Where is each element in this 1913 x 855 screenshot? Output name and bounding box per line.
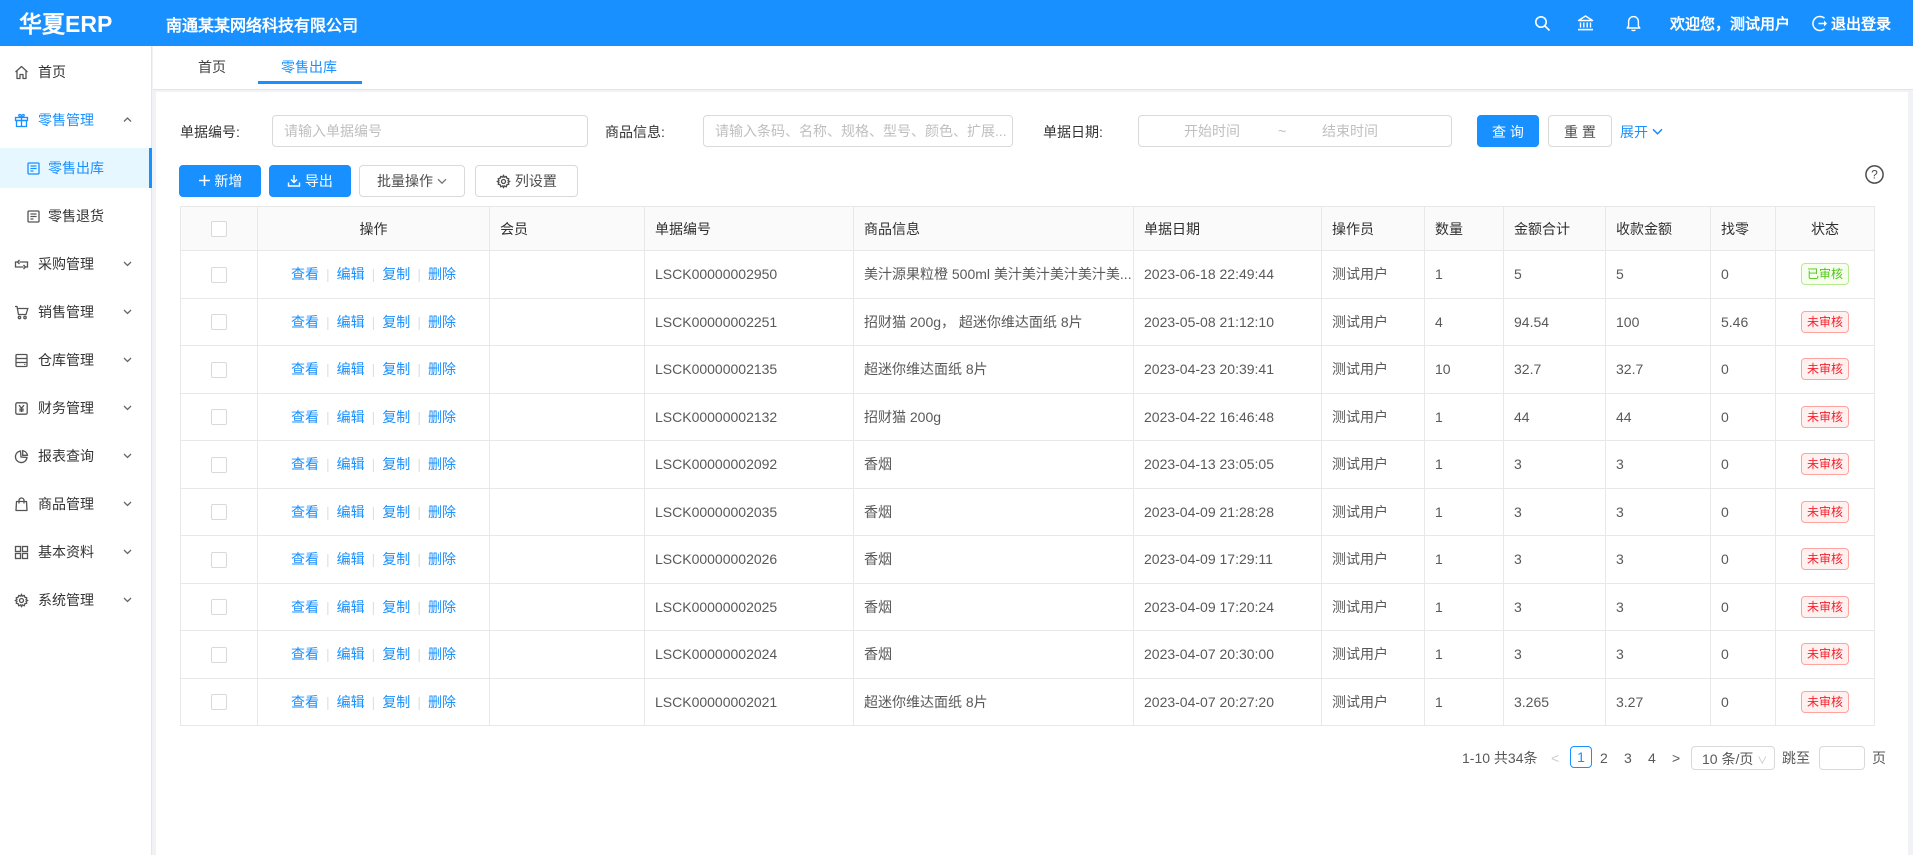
svg-text:?: ? (1871, 168, 1878, 182)
